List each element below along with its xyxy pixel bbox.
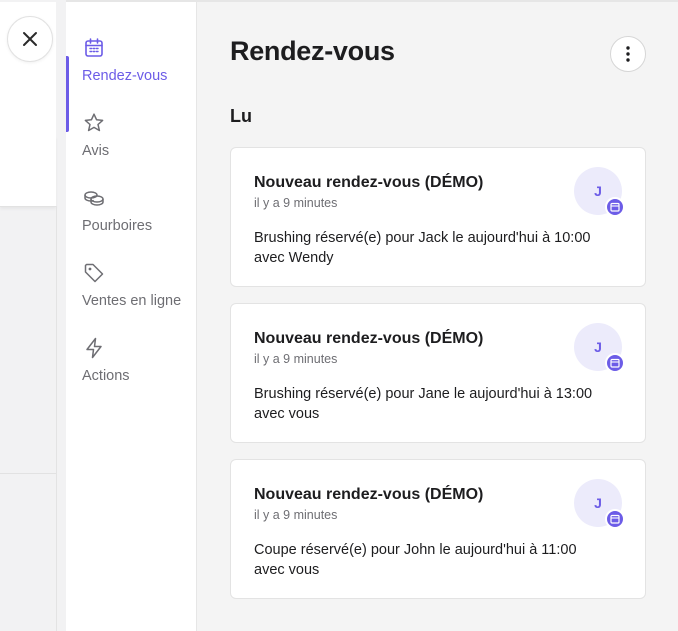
section-heading: Lu: [230, 106, 252, 126]
notification-card[interactable]: Nouveau rendez-vous (DÉMO) il y a 9 minu…: [230, 303, 646, 443]
lightning-icon: [86, 337, 102, 359]
notification-time: il y a 9 minutes: [254, 508, 338, 522]
close-button[interactable]: [7, 16, 53, 62]
sidebar-item-ventes-en-ligne[interactable]: Ventes en ligne: [66, 261, 196, 329]
page-title: Rendez-vous: [230, 36, 395, 66]
sidebar-item-label: Ventes en ligne: [82, 293, 182, 309]
sidebar: Rendez-vous Avis Pourboires Ventes en li…: [66, 2, 197, 631]
sidebar-item-pourboires[interactable]: Pourboires: [66, 186, 196, 254]
background-divider: [56, 206, 57, 631]
notification-title: Nouveau rendez-vous (DÉMO): [254, 330, 484, 347]
coins-icon: [84, 191, 104, 206]
notification-card[interactable]: Nouveau rendez-vous (DÉMO) il y a 9 minu…: [230, 459, 646, 599]
background-divider: [0, 473, 56, 474]
calendar-icon: [610, 358, 620, 368]
notification-time: il y a 9 minutes: [254, 196, 338, 210]
sidebar-item-rendez-vous[interactable]: Rendez-vous: [66, 36, 196, 132]
tag-icon: [84, 263, 104, 283]
calendar-icon: [610, 202, 620, 212]
background-page: [0, 0, 66, 631]
calendar-badge: [605, 509, 625, 529]
notifications-panel: Rendez-vous Lu Nouveau rendez-vous (DÉMO…: [198, 2, 678, 631]
more-options-button[interactable]: [610, 36, 646, 72]
notification-card[interactable]: Nouveau rendez-vous (DÉMO) il y a 9 minu…: [230, 147, 646, 287]
sidebar-item-label: Actions: [82, 368, 130, 384]
notification-title: Nouveau rendez-vous (DÉMO): [254, 174, 484, 191]
sidebar-item-label: Rendez-vous: [82, 68, 168, 84]
notification-body: Coupe réservé(e) pour John le aujourd'hu…: [254, 542, 577, 578]
star-icon: [84, 113, 104, 132]
notification-body: Brushing réservé(e) pour Jack le aujourd…: [254, 230, 591, 266]
sidebar-item-label: Avis: [82, 143, 110, 159]
background-strip: [0, 136, 56, 207]
sidebar-item-avis[interactable]: Avis: [66, 111, 196, 179]
background-strip: [0, 68, 56, 137]
notification-time: il y a 9 minutes: [254, 352, 338, 366]
sidebar-item-label: Pourboires: [82, 218, 153, 234]
calendar-badge: [605, 197, 625, 217]
calendar-icon: [610, 514, 620, 524]
calendar-icon: [85, 38, 103, 57]
more-vertical-icon: [626, 46, 630, 62]
notification-body: Brushing réservé(e) pour Jane le aujourd…: [254, 386, 593, 422]
sidebar-item-actions[interactable]: Actions: [66, 336, 196, 404]
notification-title: Nouveau rendez-vous (DÉMO): [254, 486, 484, 503]
close-icon: [23, 32, 37, 46]
calendar-badge: [605, 353, 625, 373]
